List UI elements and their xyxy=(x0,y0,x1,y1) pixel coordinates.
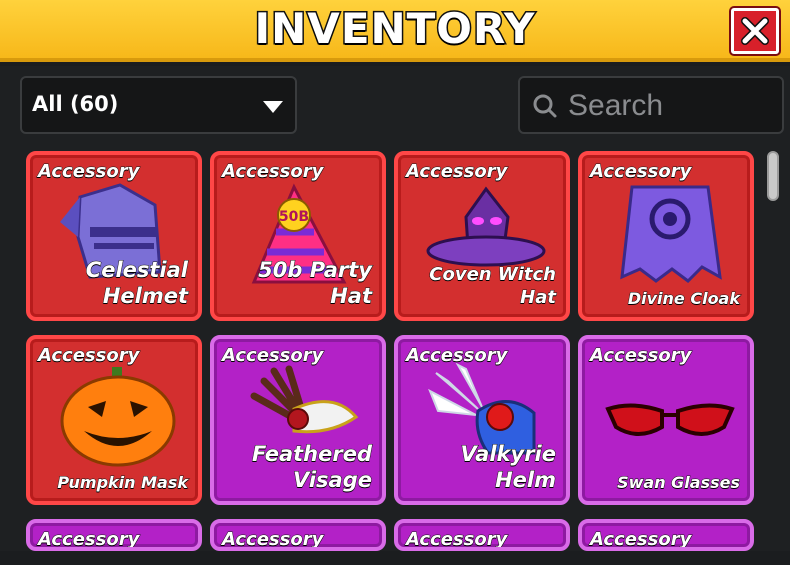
item-card[interactable]: Accessory xyxy=(210,519,386,551)
hat-label-text: 50B xyxy=(279,209,309,225)
item-card-valkyrie-helm[interactable]: Accessory Valkyrie Helm xyxy=(394,335,570,505)
item-name: Celestial Helmet xyxy=(85,257,188,308)
item-category: Accessory xyxy=(221,345,324,367)
item-category: Accessory xyxy=(589,529,692,550)
item-card-swan-glasses[interactable]: Accessory Swan Glasses xyxy=(578,335,754,505)
item-name: Valkyrie Helm xyxy=(460,441,556,492)
pumpkin-icon xyxy=(60,367,176,467)
glasses-icon xyxy=(605,403,735,436)
item-card-pumpkin-mask[interactable]: Accessory Pumpkin Mask xyxy=(26,335,202,505)
item-card-celestial-helmet[interactable]: Accessory Celestial Helmet xyxy=(26,151,202,321)
item-card-50b-party-hat[interactable]: 50B Accessory 50b Party Hat xyxy=(210,151,386,321)
page-title: INVENTORY xyxy=(253,3,536,55)
item-card-divine-cloak[interactable]: Accessory Divine Cloak xyxy=(578,151,754,321)
chevron-down-icon xyxy=(263,101,283,113)
item-category: Accessory xyxy=(37,345,140,367)
item-category: Accessory xyxy=(221,529,324,550)
search-input[interactable] xyxy=(568,86,776,126)
item-category: Accessory xyxy=(405,161,508,183)
item-category: Accessory xyxy=(37,529,140,550)
item-name: 50b Party Hat xyxy=(258,257,373,308)
item-category: Accessory xyxy=(221,161,324,183)
search-box[interactable] xyxy=(518,76,784,134)
header-bar: INVENTORY xyxy=(0,0,790,62)
filter-dropdown[interactable]: All (60) xyxy=(20,76,297,134)
search-icon xyxy=(533,94,557,118)
close-button[interactable] xyxy=(731,8,779,54)
item-card-coven-witch-hat[interactable]: Accessory Coven Witch Hat xyxy=(394,151,570,321)
item-card[interactable]: Accessory xyxy=(578,519,754,551)
close-x-icon xyxy=(741,17,769,45)
item-name: Pumpkin Mask xyxy=(57,473,189,493)
item-name: Swan Glasses xyxy=(617,473,741,493)
item-category: Accessory xyxy=(589,161,692,183)
item-name: Divine Cloak xyxy=(627,289,740,309)
cloak-icon xyxy=(620,185,722,283)
item-card[interactable]: Accessory xyxy=(394,519,570,551)
filter-selected-label: All (60) xyxy=(32,92,119,116)
item-category: Accessory xyxy=(37,161,140,183)
item-card-feathered-visage[interactable]: Accessory Feathered Visage xyxy=(210,335,386,505)
scrollbar-thumb[interactable] xyxy=(767,151,779,201)
item-category: Accessory xyxy=(589,345,692,367)
item-card[interactable]: Accessory xyxy=(26,519,202,551)
item-category: Accessory xyxy=(405,529,508,550)
item-name: Coven Witch Hat xyxy=(429,264,557,309)
bottom-edge xyxy=(0,551,790,565)
item-name: Feathered Visage xyxy=(252,441,373,492)
item-category: Accessory xyxy=(405,345,508,367)
